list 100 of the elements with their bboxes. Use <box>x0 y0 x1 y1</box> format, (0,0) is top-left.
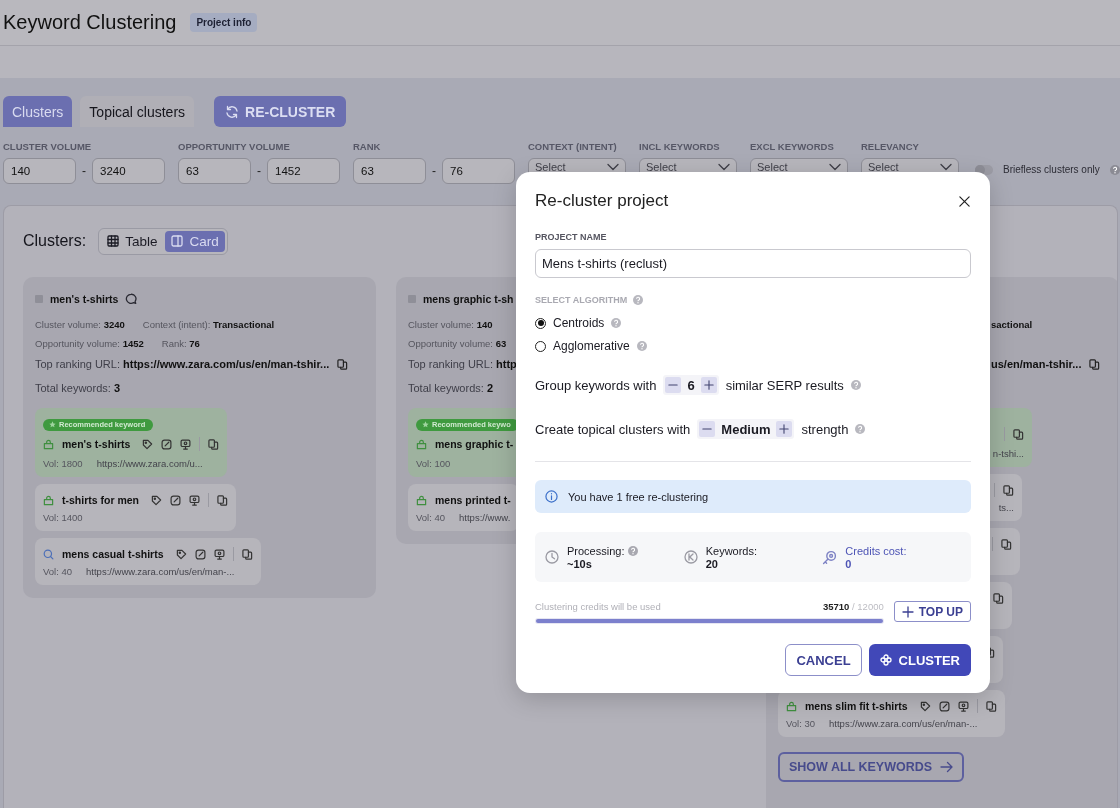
copy-icon <box>337 358 349 370</box>
help-icon[interactable] <box>611 318 622 328</box>
bag-icon <box>416 494 427 506</box>
range-dash: - <box>82 164 86 178</box>
credits-label: Clustering credits will be used <box>535 601 661 613</box>
stat-value: 20 <box>705 557 719 570</box>
decrease-button[interactable] <box>699 421 716 437</box>
keyword-card[interactable]: mens casual t-shirts Vol: 40 https://www.zara.com/us/en/man-... <box>35 538 261 585</box>
help-icon[interactable] <box>633 294 644 305</box>
view-toggle-option[interactable]: Card <box>165 230 225 252</box>
top-url-text: Top ranking URL: https://www.zara.com/us/en/man-tshir... <box>35 358 330 370</box>
filter-label: RELEVANCY <box>861 141 920 153</box>
stat-text: Opportunity volume: 1452 <box>35 337 144 349</box>
help-icon[interactable] <box>850 380 861 390</box>
section-heading: Clusters: <box>23 232 87 250</box>
url-text: https://www.zara.com/us/en/man-... <box>829 717 978 729</box>
tag-icon <box>175 548 187 560</box>
help-icon[interactable] <box>1109 164 1120 175</box>
setting-text: strength <box>801 421 849 437</box>
filter-label: EXCL KEYWORDS <box>750 141 835 153</box>
stat-value: 0 <box>845 557 853 570</box>
monitor-icon <box>213 548 225 560</box>
filter-label: OPPORTUNITY VOLUME <box>178 141 291 153</box>
max-field[interactable]: 76 <box>442 158 515 184</box>
keyword-text: mens slim fit t-shirts <box>805 700 908 712</box>
checkbox[interactable] <box>408 295 416 303</box>
filter-label: INCL KEYWORDS <box>639 141 721 153</box>
cluster-button[interactable]: CLUSTER <box>868 644 971 676</box>
keyword-text: men's t-shirts <box>62 438 131 450</box>
url-text: https://www. <box>459 511 511 523</box>
copy-icon <box>985 700 997 712</box>
view-toggle-option[interactable]: Table <box>101 230 164 252</box>
cluster-name: men's t-shirts <box>50 293 119 305</box>
cancel-button[interactable]: CANCEL <box>785 644 862 676</box>
edit-icon <box>194 548 206 560</box>
cluster-name: mens graphic t-sh <box>423 293 514 305</box>
caret-icon <box>940 163 952 171</box>
keyword-card[interactable]: t-shirts for men Vol: 1400 <box>35 484 236 531</box>
url-text: https://www.zara.com/us/en/man-... <box>86 565 235 577</box>
stat-text: Context (intent): Transactional <box>142 318 275 330</box>
stepper-value: Medium <box>721 421 771 437</box>
help-icon[interactable] <box>636 341 647 351</box>
max-field[interactable]: 3240 <box>92 158 165 184</box>
range-dash: - <box>432 164 436 178</box>
monitor-icon <box>957 700 969 712</box>
min-field[interactable]: 63 <box>353 158 426 184</box>
tab[interactable]: Topical clusters <box>80 96 195 127</box>
keyword-card[interactable]: mens printed t- Vol: 40 https://www. <box>408 484 519 531</box>
stepper-value: 6 <box>687 377 695 393</box>
stat-text: Cluster volume: 140 <box>408 318 493 330</box>
keyword-text: t-shirts for men <box>62 494 139 506</box>
project-info-badge[interactable]: Project info <box>190 13 258 32</box>
url-text: n-tshi... <box>992 447 1024 459</box>
copy-icon <box>993 592 1004 604</box>
toggle-switch[interactable] <box>975 164 993 175</box>
edit-icon <box>161 438 173 450</box>
help-icon[interactable] <box>855 424 866 434</box>
table-icon <box>107 235 120 247</box>
volume-text: Vol: 100 <box>416 457 451 469</box>
tag-icon <box>142 438 154 450</box>
search-icon <box>43 548 54 560</box>
plus-icon <box>779 424 790 434</box>
checkbox[interactable] <box>35 295 43 303</box>
project-name-field[interactable]: Mens t-shirts (reclust) <box>535 249 971 278</box>
field-label: PROJECT NAME <box>535 232 608 243</box>
total-keywords-text: Total keywords: 2 <box>408 382 493 394</box>
increase-button[interactable] <box>700 377 717 393</box>
copy-icon <box>241 548 253 560</box>
min-field[interactable]: 63 <box>178 158 251 184</box>
url-text: https://www.zara.com/u... <box>96 457 203 469</box>
caret-icon <box>829 163 841 171</box>
filter-label: CLUSTER VOLUME <box>3 141 93 153</box>
copy-icon <box>1001 538 1012 550</box>
plus-icon <box>901 605 914 618</box>
radio-label: Centroids <box>553 316 605 330</box>
decrease-button[interactable] <box>665 377 682 393</box>
max-field[interactable]: 1452 <box>267 158 340 184</box>
keyword-text: mens graphic t- <box>435 438 514 450</box>
total-keywords-text: Total keywords: 3 <box>35 382 120 394</box>
bag-icon <box>43 494 54 506</box>
toggle-label: Briefless clusters only <box>1003 164 1100 175</box>
edit-icon <box>938 700 950 712</box>
top-url-text: Top ranking URL: http <box>408 358 517 370</box>
stat-label: Credits cost: <box>845 544 907 557</box>
copy-icon <box>1089 358 1101 370</box>
keyword-card[interactable]: mens slim fit t-shirts Vol: 30 https://www.zara.com/us/en/man-... <box>778 690 1005 737</box>
setting-text: Group keywords with <box>535 377 657 393</box>
stat-text: Opportunity volume: 63 <box>408 337 507 349</box>
top-up-button[interactable]: TOP UP <box>893 601 971 622</box>
min-field[interactable]: 140 <box>3 158 76 184</box>
copy-icon <box>208 438 220 450</box>
help-icon[interactable] <box>628 545 639 556</box>
radio-label: Agglomerative <box>553 339 630 353</box>
bag-icon <box>416 438 427 450</box>
tag-icon <box>919 700 931 712</box>
increase-button[interactable] <box>776 421 793 437</box>
plus-icon <box>703 380 714 390</box>
page-title: Keyword Clustering <box>3 11 177 34</box>
arrow-icon <box>940 761 954 773</box>
setting-text: Create topical clusters with <box>535 421 691 437</box>
